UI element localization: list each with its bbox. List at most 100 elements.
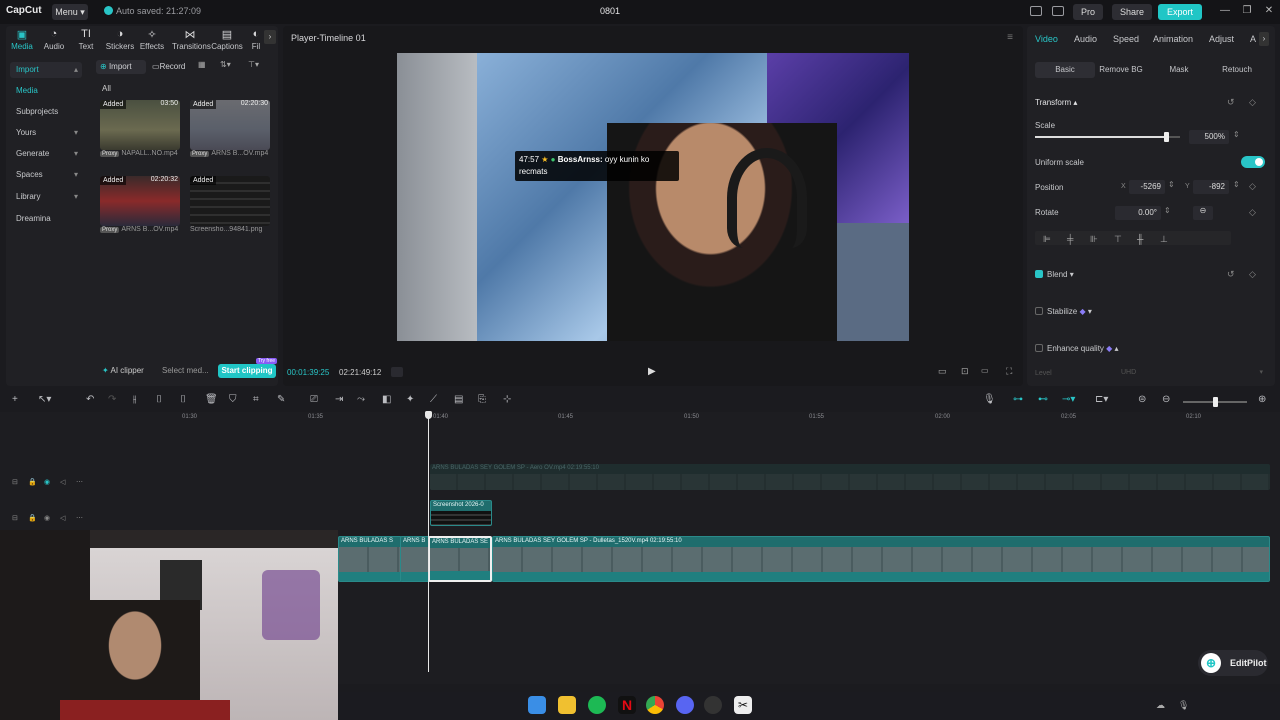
- scale-input[interactable]: 500%: [1189, 130, 1229, 144]
- chrome-icon[interactable]: [646, 696, 664, 714]
- tab-effects[interactable]: ✧ Effects: [136, 28, 168, 51]
- zoom-fit-icon[interactable]: ⊡: [961, 366, 969, 377]
- main-clip[interactable]: ARNS BULADAS S: [338, 536, 402, 582]
- clip-overlay-track[interactable]: ARNS BULADAS SEY GOLEM SP - Aero OV.mp4 …: [430, 464, 1270, 490]
- grid-view-icon[interactable]: ▦: [198, 60, 206, 69]
- more-icon[interactable]: ⋯: [76, 478, 83, 486]
- nav-spaces[interactable]: Spaces ▾: [10, 167, 82, 183]
- tab-audio[interactable]: ◔ Audio: [38, 28, 70, 51]
- stepper-icon[interactable]: ⇕: [1168, 180, 1175, 189]
- close-icon[interactable]: ✕: [1262, 5, 1276, 16]
- align-right-icon[interactable]: ⊪: [1090, 234, 1098, 245]
- uniform-scale-toggle[interactable]: [1241, 156, 1265, 168]
- preview-axis-icon[interactable]: ⊸▾: [1062, 394, 1075, 405]
- fullscreen-icon[interactable]: ⛶: [1006, 366, 1012, 377]
- speaker-icon[interactable]: ◁: [60, 478, 65, 486]
- subtab-mask[interactable]: Mask: [1151, 62, 1207, 78]
- nav-dreamina[interactable]: Dreamina: [10, 211, 82, 227]
- stepper-icon[interactable]: ⇕: [1164, 206, 1171, 215]
- track-menu-icon[interactable]: ⊟: [12, 514, 18, 522]
- tab-audio-props[interactable]: Audio: [1074, 34, 1097, 44]
- split-left-icon[interactable]: ⌷: [156, 394, 162, 405]
- subtab-retouch[interactable]: Retouch: [1211, 62, 1263, 78]
- align-middle-icon[interactable]: ╫: [1137, 234, 1143, 244]
- minimize-icon[interactable]: —: [1218, 5, 1232, 16]
- rotate-input[interactable]: 0.00°: [1115, 206, 1161, 220]
- playhead[interactable]: [428, 414, 429, 672]
- nav-generate[interactable]: Generate ▾: [10, 146, 82, 162]
- scale-slider-handle[interactable]: [1163, 132, 1169, 142]
- delete-icon[interactable]: 🗑: [205, 394, 218, 405]
- subtab-remove-bg[interactable]: Remove BG: [1095, 62, 1147, 78]
- tab-text[interactable]: TI Text: [70, 28, 102, 51]
- position-y-input[interactable]: -892: [1193, 180, 1229, 194]
- tab-adjust[interactable]: Adjust: [1209, 34, 1234, 44]
- reset-icon[interactable]: ↺: [1227, 97, 1235, 108]
- play-button[interactable]: ▶: [648, 366, 656, 377]
- maximize-icon[interactable]: ❐: [1240, 5, 1254, 16]
- split-screen-icon[interactable]: ⊏▾: [1095, 394, 1108, 405]
- split-right-icon[interactable]: ⌷: [180, 394, 186, 405]
- media-item[interactable]: Added 02:20:32 Proxy ARNS B...OV.mp4: [100, 176, 180, 233]
- align-center-icon[interactable]: ╪: [1067, 234, 1073, 244]
- media-item[interactable]: Added 03:50 Proxy NAPALL..NO.mp4: [100, 100, 180, 157]
- windows-start-icon[interactable]: [528, 696, 546, 714]
- zoom-out-icon[interactable]: ⊖: [1162, 394, 1170, 405]
- media-item[interactable]: Added Screensho...94841.png: [190, 176, 270, 233]
- nav-library[interactable]: Library ▾: [10, 189, 82, 205]
- pro-button[interactable]: Pro: [1073, 4, 1103, 20]
- player-menu-icon[interactable]: ≡: [1007, 32, 1013, 43]
- import-button[interactable]: ⊕ Import: [96, 60, 146, 74]
- stepper-icon[interactable]: ⇕: [1233, 180, 1240, 189]
- editpilot-button[interactable]: ⊕ EditPilot: [1198, 650, 1268, 676]
- tab-animation[interactable]: Animation: [1153, 34, 1193, 44]
- main-clip[interactable]: ARNS B: [400, 536, 430, 582]
- tab-more[interactable]: A: [1250, 34, 1256, 44]
- tab-video[interactable]: Video: [1035, 34, 1058, 44]
- ratio-icon[interactable]: ▭: [938, 366, 947, 377]
- enhance-checkbox[interactable]: [1035, 344, 1043, 352]
- stepper-icon[interactable]: ⇕: [1233, 130, 1240, 139]
- keyframe-icon[interactable]: ◇: [1249, 207, 1256, 218]
- wand-icon[interactable]: ⟋: [430, 394, 437, 405]
- align-bottom-icon[interactable]: ⊥: [1160, 234, 1168, 245]
- speaker-icon[interactable]: ◁: [60, 514, 65, 522]
- filter-icon[interactable]: ⊤▾: [248, 60, 259, 69]
- layout-icon[interactable]: [1030, 6, 1042, 16]
- tab-speed[interactable]: Speed: [1113, 34, 1139, 44]
- notes-icon[interactable]: [1052, 6, 1064, 16]
- timecode-format-icon[interactable]: [391, 367, 403, 377]
- discord-icon[interactable]: [676, 696, 694, 714]
- spotify-icon[interactable]: [588, 696, 606, 714]
- crop-icon[interactable]: ⌗: [253, 394, 259, 405]
- start-clipping-button[interactable]: Start clipping: [218, 364, 276, 378]
- time-ruler[interactable]: 01:30 01:35 01:40 01:45 01:50 01:55 02:0…: [90, 412, 1280, 424]
- steam-icon[interactable]: [704, 696, 722, 714]
- media-item[interactable]: Added 02:20:30 Proxy ARNS B...OV.mp4: [190, 100, 270, 157]
- eye-icon[interactable]: ◉: [44, 478, 50, 486]
- tab-media[interactable]: ▣ Media: [6, 28, 38, 51]
- speed-icon[interactable]: ⤳: [357, 394, 365, 405]
- nav-media[interactable]: Media: [10, 83, 82, 99]
- position-x-input[interactable]: -5269: [1129, 180, 1165, 194]
- cloud-icon[interactable]: ☁: [1156, 700, 1165, 711]
- tabs-scroll-right-icon[interactable]: ›: [264, 30, 276, 44]
- file-explorer-icon[interactable]: [558, 696, 576, 714]
- align-left-icon[interactable]: ⊫: [1043, 234, 1051, 245]
- blend-checkbox[interactable]: [1035, 270, 1043, 278]
- enhance-header[interactable]: Enhance quality ◆ ▴: [1035, 344, 1119, 353]
- edit-icon[interactable]: ✎: [277, 394, 285, 405]
- quality-icon[interactable]: ▭: [981, 366, 989, 375]
- align-top-icon[interactable]: ⊤: [1114, 234, 1122, 245]
- track-menu-icon[interactable]: ⊟: [12, 478, 18, 486]
- tab-transitions[interactable]: ⋈ Transitions: [172, 28, 211, 51]
- nav-yours[interactable]: Yours ▾: [10, 125, 82, 141]
- tab-stickers[interactable]: ◑ Stickers: [104, 28, 136, 51]
- caption-lock-icon[interactable]: ⊜: [1138, 394, 1146, 405]
- microphone-icon[interactable]: 🎙: [983, 394, 996, 405]
- link-icon[interactable]: ⊶: [1013, 394, 1023, 405]
- zoom-in-icon[interactable]: ⊕: [1258, 394, 1266, 405]
- lock-icon[interactable]: 🔒: [28, 478, 37, 486]
- video-preview[interactable]: 47:57 ★ ● BossArnss: oyy kunin ko recmat…: [397, 53, 909, 341]
- stabilize-header[interactable]: Stabilize ◆ ▾: [1035, 307, 1092, 316]
